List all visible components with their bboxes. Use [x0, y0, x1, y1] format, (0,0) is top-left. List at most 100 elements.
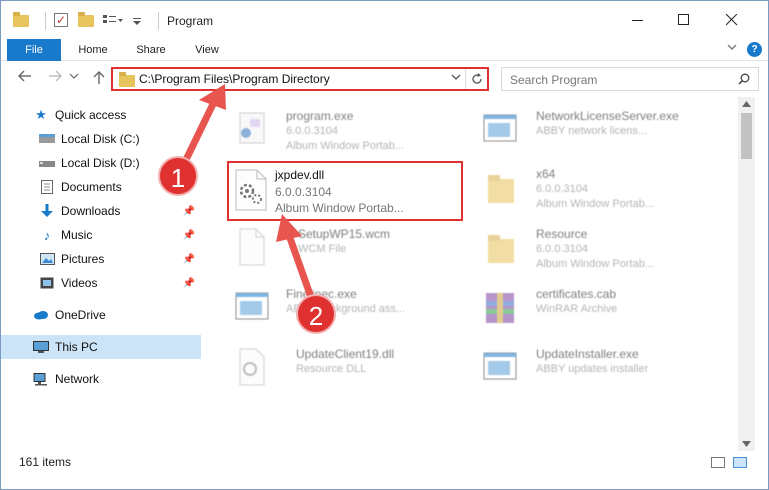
scroll-up-icon[interactable]: [742, 99, 751, 109]
minimize-button[interactable]: [615, 7, 661, 33]
tab-home[interactable]: Home: [69, 39, 117, 61]
cloud-icon: [33, 308, 49, 322]
generic-file-icon: [234, 227, 270, 271]
network-icon: [33, 372, 49, 386]
back-arrow-icon[interactable]: [15, 69, 35, 87]
scroll-thumb[interactable]: [741, 113, 752, 159]
refresh-icon[interactable]: [465, 69, 487, 89]
pin-icon[interactable]: 📌: [183, 206, 195, 217]
exe-file-icon: [234, 287, 270, 331]
pictures-icon: [39, 252, 55, 266]
maximize-button[interactable]: [661, 7, 707, 33]
sidebar-item-label: Documents: [61, 180, 122, 194]
search-icon[interactable]: [738, 73, 750, 85]
sidebar-item-music[interactable]: ♪ Music 📌: [1, 223, 201, 247]
pin-icon[interactable]: 📌: [183, 278, 195, 289]
view-options-icon[interactable]: [102, 13, 124, 29]
dll-file-icon: [234, 347, 270, 391]
close-button[interactable]: [709, 7, 755, 33]
sidebar-item-this-pc[interactable]: This PC: [1, 335, 201, 359]
sidebar-item-quick-access[interactable]: ★ Quick access: [1, 103, 201, 127]
drive-icon: [39, 132, 55, 146]
status-bar: 161 items: [1, 453, 768, 471]
music-icon: ♪: [43, 227, 51, 243]
folder-icon: [13, 12, 29, 29]
chevron-down-icon[interactable]: [451, 72, 461, 85]
new-folder-icon[interactable]: [78, 12, 94, 29]
recent-locations-icon[interactable]: [67, 69, 81, 87]
file-list: program.exe 6.0.0.3104 Album Window Port…: [206, 97, 738, 451]
details-view-icon[interactable]: [711, 457, 725, 468]
window-title: Program: [167, 14, 214, 28]
drive-icon: [39, 156, 55, 170]
documents-icon: [39, 180, 55, 194]
file-name: jxpdev.dll: [275, 168, 325, 182]
exe-file-icon: [482, 347, 518, 391]
sidebar-item-label: Music: [61, 228, 93, 242]
archive-icon: [482, 287, 518, 331]
exe-file-icon: [482, 109, 518, 153]
dll-gear-icon: [233, 169, 269, 214]
forward-arrow-icon[interactable]: [45, 69, 65, 87]
vertical-scrollbar[interactable]: [738, 97, 755, 451]
list-item[interactable]: UpdateInstaller.exe ABBY updates install…: [474, 341, 714, 401]
address-path: C:\Program Files\Program Directory: [139, 72, 330, 86]
item-count: 161 items: [19, 455, 72, 469]
sidebar-item-label: Pictures: [61, 252, 105, 266]
list-item[interactable]: UpdateClient19.dll Resource DLL: [226, 341, 466, 401]
sidebar-item-onedrive[interactable]: OneDrive: [1, 303, 201, 327]
sidebar-item-downloads[interactable]: Downloads 📌: [1, 199, 201, 223]
sidebar-item-network[interactable]: Network: [1, 367, 201, 391]
sidebar-item-label: This PC: [55, 340, 98, 354]
highlighted-file-item[interactable]: jxpdev.dll 6.0.0.3104 Album Window Porta…: [227, 161, 463, 221]
navigation-pane: ★ Quick access Local Disk (C:) Local Dis…: [1, 99, 201, 451]
explorer-window: ✓ Program File Home Share View ? C:\Prog…: [0, 0, 769, 490]
exe-file-icon: [234, 109, 270, 153]
sidebar-item-pictures[interactable]: Pictures 📌: [1, 247, 201, 271]
sidebar-item-label: Local Disk (D:): [61, 156, 140, 170]
navigation-bar: C:\Program Files\Program Directory Searc…: [1, 63, 768, 93]
sidebar-item-local-disk-c[interactable]: Local Disk (C:): [1, 127, 201, 151]
tab-share[interactable]: Share: [127, 39, 175, 61]
file-version: 6.0.0.3104: [275, 185, 332, 199]
ribbon-tabs: File Home Share View ?: [1, 39, 768, 61]
sidebar-item-label: Videos: [61, 276, 98, 290]
title-bar: ✓ Program: [1, 1, 768, 39]
star-icon: ★: [35, 107, 47, 122]
computer-icon: [33, 340, 49, 354]
tab-view[interactable]: View: [183, 39, 231, 61]
sidebar-item-label: Downloads: [61, 204, 121, 218]
expand-ribbon-icon[interactable]: [727, 44, 737, 55]
help-icon[interactable]: ?: [747, 42, 762, 57]
quick-access-toolbar: ✓ Program: [13, 11, 213, 31]
folder-icon: [119, 72, 135, 87]
list-item[interactable]: NetworkLicenseServer.exe ABBY network li…: [474, 103, 714, 163]
sidebar-item-label: Network: [55, 372, 100, 386]
file-description: Album Window Portab...: [275, 201, 404, 215]
tiles-view-icon[interactable]: [733, 457, 747, 468]
sidebar-item-label: OneDrive: [55, 308, 106, 322]
properties-icon[interactable]: ✓: [54, 13, 70, 29]
sidebar-item-label: Local Disk (C:): [61, 132, 140, 146]
address-bar[interactable]: C:\Program Files\Program Directory: [111, 67, 489, 91]
tab-file[interactable]: File: [7, 39, 61, 61]
pin-icon[interactable]: 📌: [183, 254, 195, 265]
download-icon: [39, 204, 55, 218]
scroll-down-icon[interactable]: [742, 439, 751, 449]
folder-icon: [482, 227, 518, 271]
search-input[interactable]: Search Program: [501, 67, 759, 91]
list-item[interactable]: SetupWP15.wcm WCM File: [226, 221, 466, 281]
customize-toolbar-icon[interactable]: [132, 13, 142, 29]
list-item[interactable]: program.exe 6.0.0.3104 Album Window Port…: [226, 103, 466, 163]
pin-icon[interactable]: 📌: [183, 230, 195, 241]
search-placeholder: Search Program: [510, 73, 598, 87]
up-arrow-icon[interactable]: [89, 69, 109, 87]
list-item[interactable]: Finelinec.exe ABBY background ass...: [226, 281, 466, 341]
sidebar-item-label: Quick access: [55, 108, 127, 122]
videos-icon: [39, 276, 55, 290]
sidebar-item-videos[interactable]: Videos 📌: [1, 271, 201, 295]
list-item[interactable]: x64 6.0.0.3104 Album Window Portab...: [474, 161, 714, 221]
step-badge-2: 2: [296, 294, 336, 334]
list-item[interactable]: certificates.cab WinRAR Archive: [474, 281, 714, 341]
list-item[interactable]: Resource 6.0.0.3104 Album Window Portab.…: [474, 221, 714, 281]
